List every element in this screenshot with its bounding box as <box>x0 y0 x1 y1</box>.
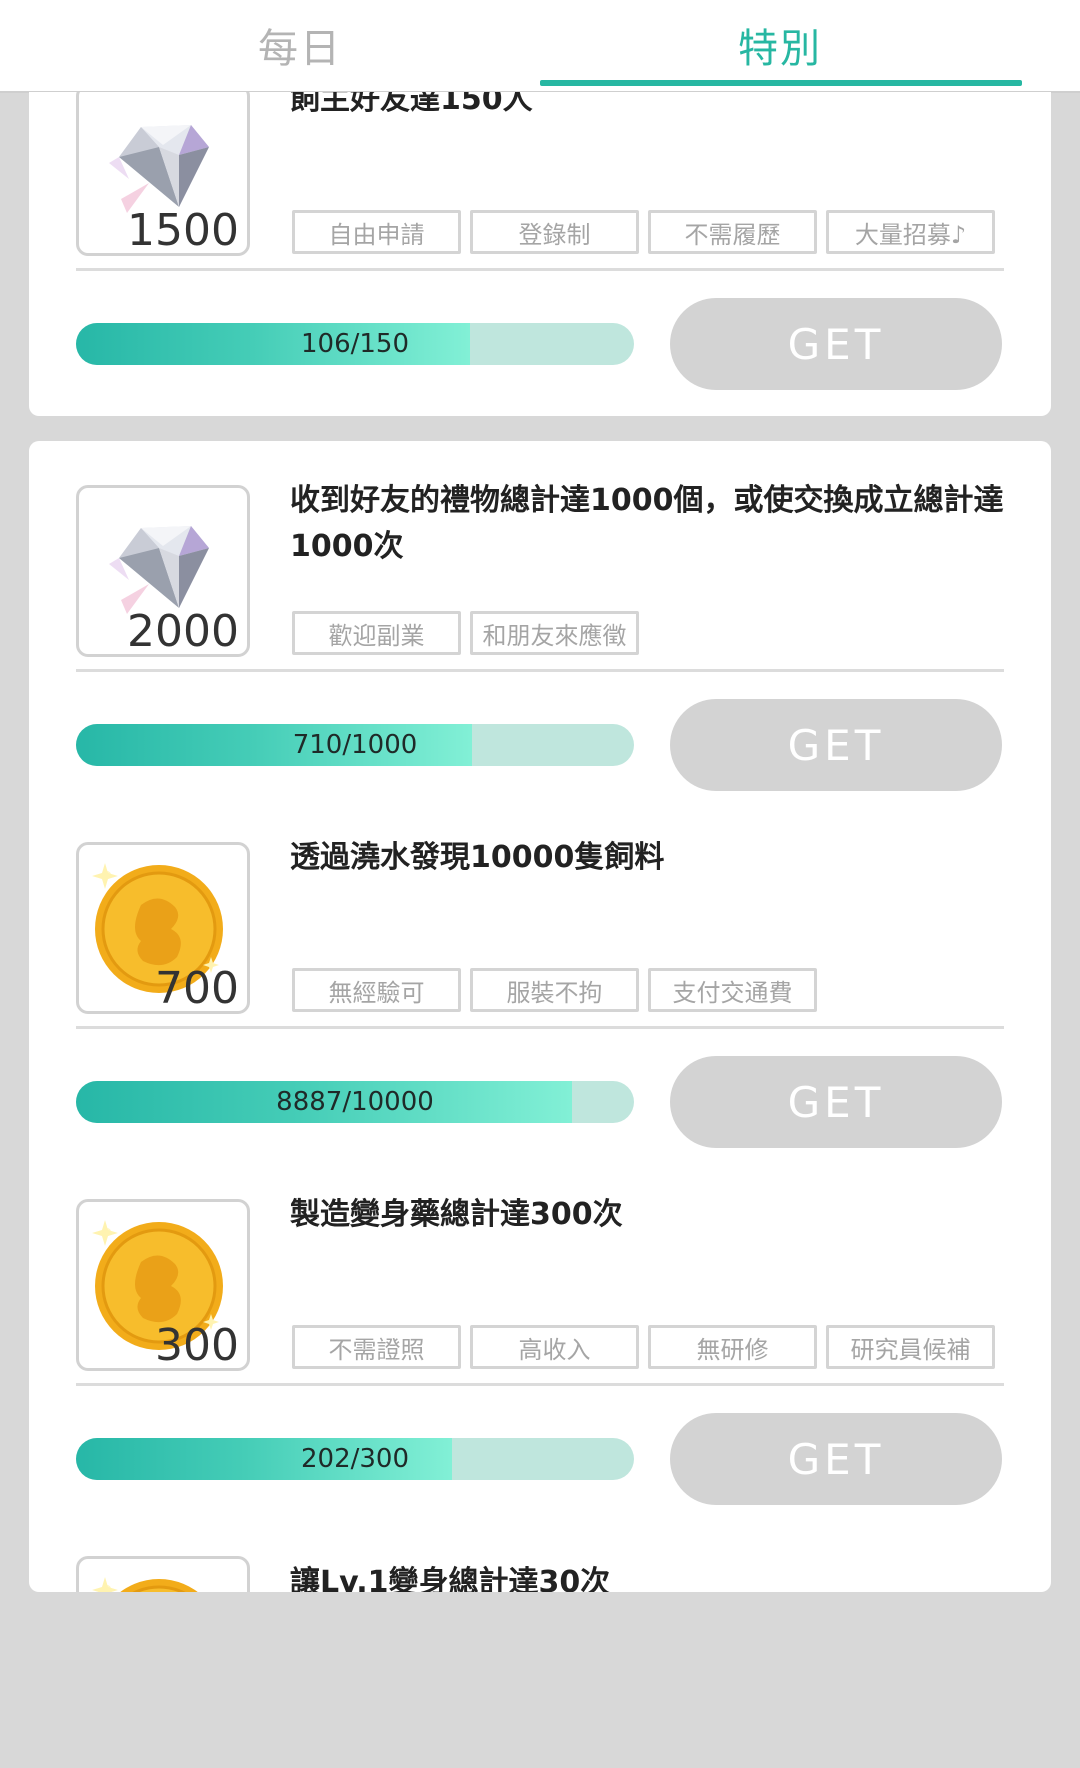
mission-title: 收到好友的禮物總計達1000個，或使交換成立總計達1000次 <box>290 483 1004 564</box>
reward-box: 700 <box>76 842 250 1014</box>
reward-quantity: 2000 <box>127 606 239 657</box>
get-button[interactable]: GET <box>670 298 1002 390</box>
mission-title: 飼主好友達150人 <box>290 92 533 117</box>
mission-tag: 和朋友來應徵 <box>470 611 639 655</box>
card-divider <box>76 268 1004 271</box>
mission-tag: 不需履歷 <box>648 210 817 254</box>
mission-title: 製造變身藥總計達300次 <box>290 1197 623 1232</box>
progress-text: 202/300 <box>300 1444 409 1474</box>
card-divider <box>76 1383 1004 1386</box>
tab-special[interactable]: 特別 <box>540 0 1020 90</box>
get-button[interactable]: GET <box>670 1413 1002 1505</box>
mission-tag: 大量招募♪ <box>826 210 995 254</box>
mission-tags: 自由申請 登錄制 不需履歷 大量招募♪ <box>292 210 995 254</box>
card-divider <box>76 669 1004 672</box>
reward-box <box>76 1556 250 1592</box>
reward-quantity: 700 <box>155 963 239 1014</box>
reward-quantity: 300 <box>155 1320 239 1371</box>
mission-card-peek: 讓Lv.1變身總計達30次 <box>29 1512 1051 1592</box>
mission-tags: 歡迎副業 和朋友來應徵 <box>292 611 639 655</box>
reward-quantity: 1500 <box>127 205 239 256</box>
active-tab-indicator <box>540 80 1022 86</box>
mission-tag: 自由申請 <box>292 210 461 254</box>
mission-tags: 無經驗可 服裝不拘 支付交通費 <box>292 968 817 1012</box>
gold-coin-icon <box>79 1559 247 1592</box>
mission-tag: 高收入 <box>470 1325 639 1369</box>
reward-box: 1500 <box>76 92 250 256</box>
progress-text: 8887/10000 <box>276 1087 434 1117</box>
mission-tag: 登錄制 <box>470 210 639 254</box>
progress-text: 106/150 <box>300 329 409 359</box>
mission-tag: 不需證照 <box>292 1325 461 1369</box>
get-button[interactable]: GET <box>670 699 1002 791</box>
progress-bar: 202/300 <box>76 1438 634 1480</box>
progress-text: 710/1000 <box>292 730 418 760</box>
mission-tag: 服裝不拘 <box>470 968 639 1012</box>
mission-tag: 無經驗可 <box>292 968 461 1012</box>
mission-card: 300 製造變身藥總計達300次不需證照 高收入 無研修 研究員候補 202/300 GET <box>29 1155 1051 1531</box>
progress-bar: 710/1000 <box>76 724 634 766</box>
get-button[interactable]: GET <box>670 1056 1002 1148</box>
mission-title: 讓Lv.1變身總計達30次 <box>290 1565 611 1592</box>
mission-card: 2000 收到好友的禮物總計達1000個，或使交換成立總計達1000次歡迎副業 和朋… <box>29 441 1051 817</box>
mission-tag: 無研修 <box>648 1325 817 1369</box>
reward-box: 300 <box>76 1199 250 1371</box>
tab-bar: 每日 特別 <box>0 0 1080 93</box>
progress-bar: 8887/10000 <box>76 1081 634 1123</box>
mission-tag: 支付交通費 <box>648 968 817 1012</box>
mission-card: 700 透過澆水發現10000隻飼料無經驗可 服裝不拘 支付交通費 8887/10000… <box>29 798 1051 1174</box>
reward-box: 2000 <box>76 485 250 657</box>
mission-tag: 研究員候補 <box>826 1325 995 1369</box>
card-divider <box>76 1026 1004 1029</box>
mission-tag: 歡迎副業 <box>292 611 461 655</box>
mission-card: 1500 飼主好友達150人自由申請 登錄制 不需履歷 大量招募♪ 106/150 GET <box>29 92 1051 416</box>
progress-bar: 106/150 <box>76 323 634 365</box>
tab-daily[interactable]: 每日 <box>60 0 540 90</box>
mission-title: 透過澆水發現10000隻飼料 <box>290 840 665 875</box>
mission-tags: 不需證照 高收入 無研修 研究員候補 <box>292 1325 995 1369</box>
